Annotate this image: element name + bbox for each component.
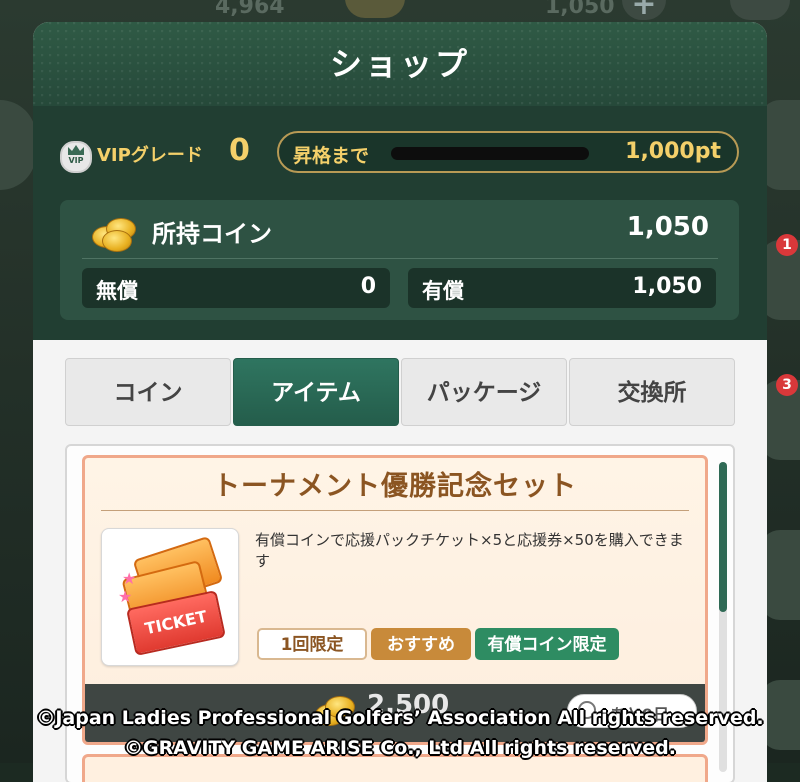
vip-grade-label: VIPグレード xyxy=(97,145,203,166)
background-top-bar: 4,964 1,050 + xyxy=(0,0,800,24)
item-description: 有償コインで応援パックチケット×5と応援券×50を購入できます xyxy=(255,531,684,570)
background-counter: 4,964 xyxy=(215,0,285,19)
recommended-tag: おすすめ xyxy=(371,628,471,660)
promotion-label: 昇格まで xyxy=(293,145,370,167)
background-coin-icon xyxy=(345,0,405,18)
tab-package[interactable]: パッケージ xyxy=(401,358,567,426)
vip-crown-icon: VIP xyxy=(60,141,92,173)
shop-tabs: コイン アイテム パッケージ 交換所 xyxy=(65,358,735,426)
modal-title: ショップ xyxy=(329,45,470,83)
paid-coins-value: 1,050 xyxy=(632,274,702,299)
shop-modal: ショップ VIP VIPグレード 0 昇格まで 1,000pt 所持コイン 1,… xyxy=(33,22,767,782)
copyright-line: ©GRAVITY GAME ARISE Co., Ltd All rights … xyxy=(124,737,676,759)
background-coin-count: 1,050 xyxy=(545,0,615,19)
free-coins-box: 無償 0 xyxy=(82,268,390,308)
paid-coins-box: 有償 1,050 xyxy=(408,268,716,308)
divider xyxy=(82,258,718,259)
vip-icon-text: VIP xyxy=(68,156,84,165)
free-coins-value: 0 xyxy=(360,274,376,299)
coin-stack-icon xyxy=(92,212,136,252)
owned-coins-value: 1,050 xyxy=(626,212,709,242)
free-coins-label: 無償 xyxy=(96,279,138,303)
promotion-progress-bar xyxy=(391,147,589,160)
account-summary: VIP VIPグレード 0 昇格まで 1,000pt 所持コイン 1,050 無… xyxy=(33,106,767,340)
vip-row: VIP VIPグレード 0 昇格まで 1,000pt xyxy=(33,129,767,177)
tab-item[interactable]: アイテム xyxy=(233,358,399,426)
background-plus-icon: + xyxy=(622,0,666,22)
item-card[interactable]: トーナメント優勝記念セット TICKET ★ ★ 有償コインで応援パックチケット… xyxy=(82,455,708,745)
paid-only-tag: 有償コイン限定 xyxy=(475,628,619,660)
promotion-points: 1,000pt xyxy=(625,139,721,164)
owned-coins-label: 所持コイン xyxy=(152,220,272,248)
paid-coins-label: 有償 xyxy=(422,279,464,303)
background-menu-icon xyxy=(730,0,790,20)
background-badge: 3 xyxy=(776,374,798,396)
copyright-line: ©Japan Ladies Professional Golfers’ Asso… xyxy=(36,707,764,729)
item-thumbnail: TICKET ★ ★ xyxy=(101,528,239,666)
tab-coin[interactable]: コイン xyxy=(65,358,231,426)
background-badge: 1 xyxy=(776,234,798,256)
crown-icon xyxy=(68,145,84,155)
item-list: トーナメント優勝記念セット TICKET ★ ★ 有償コインで応援パックチケット… xyxy=(65,444,735,782)
tab-exchange[interactable]: 交換所 xyxy=(569,358,735,426)
promotion-progress: 昇格まで 1,000pt xyxy=(277,131,739,173)
scrollbar-thumb[interactable] xyxy=(719,462,727,612)
limit-tag: 1回限定 xyxy=(257,628,367,660)
divider xyxy=(101,510,689,511)
coin-balance-panel: 所持コイン 1,050 無償 0 有償 1,050 xyxy=(60,200,739,320)
item-title: トーナメント優勝記念セット xyxy=(213,471,577,502)
vip-grade-value: 0 xyxy=(229,133,250,168)
